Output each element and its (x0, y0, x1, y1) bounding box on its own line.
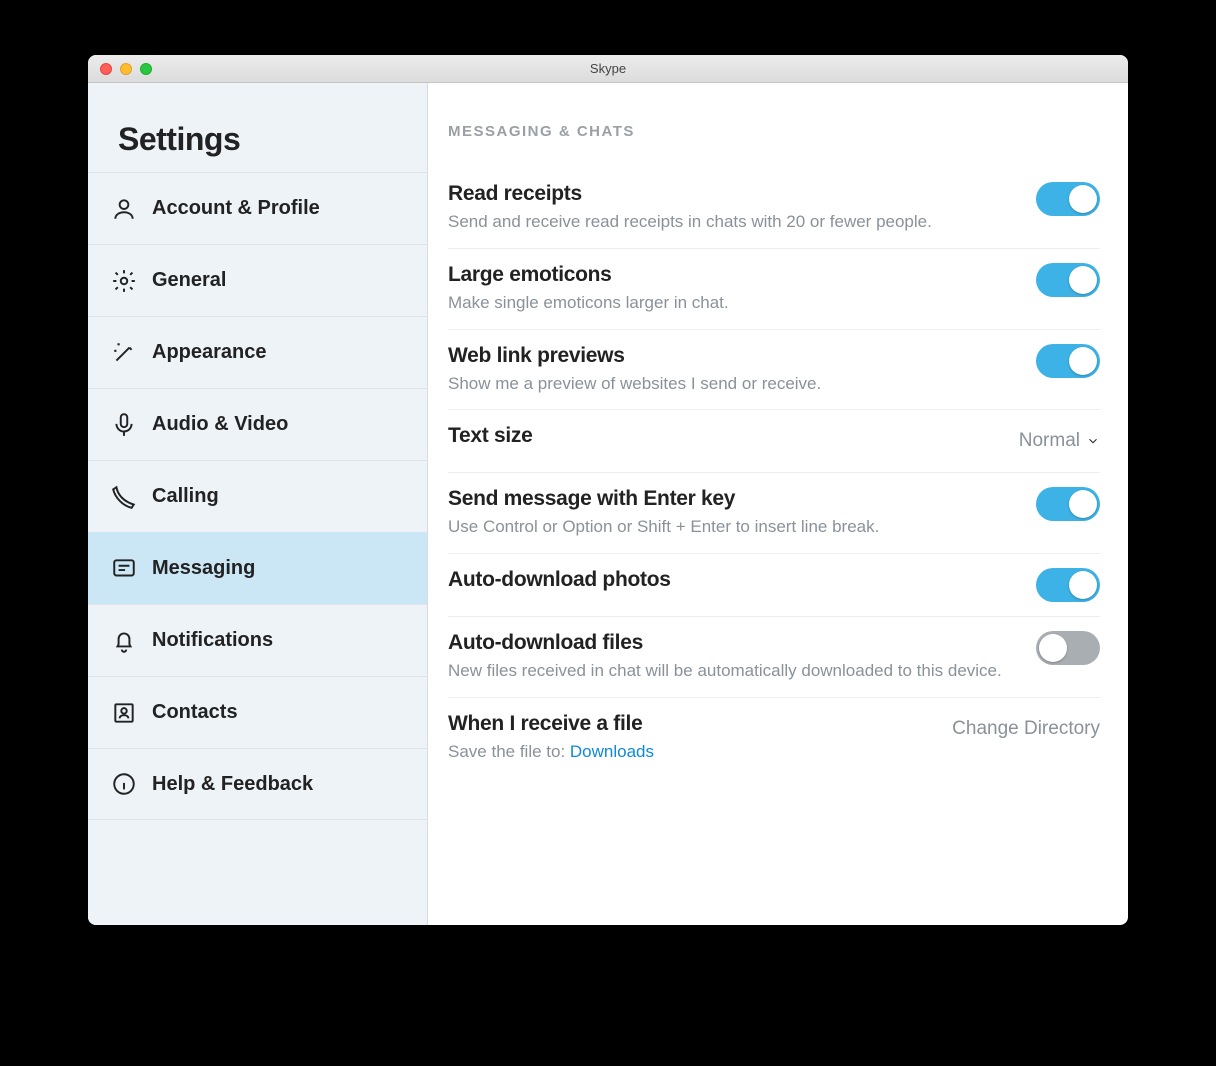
web-link-previews-toggle[interactable] (1036, 344, 1100, 378)
setting-title: Auto-download photos (448, 568, 1016, 592)
setting-title: When I receive a file (448, 712, 932, 736)
setting-read-receipts: Read receipts Send and receive read rece… (448, 168, 1100, 249)
person-icon (110, 196, 138, 222)
gear-icon (110, 268, 138, 294)
setting-auto-files: Auto-download files New files received i… (448, 617, 1100, 698)
phone-icon (110, 484, 138, 510)
preferences-window: Skype Settings Account & Profile General (88, 55, 1128, 925)
content-panel: MESSAGING & CHATS Read receipts Send and… (428, 83, 1128, 925)
sidebar-item-label: Notifications (152, 629, 273, 652)
setting-large-emoticons: Large emoticons Make single emoticons la… (448, 249, 1100, 330)
sidebar: Settings Account & Profile General Appea… (88, 83, 428, 925)
sidebar-item-messaging[interactable]: Messaging (88, 532, 427, 604)
send-enter-toggle[interactable] (1036, 487, 1100, 521)
sidebar-item-audio-video[interactable]: Audio & Video (88, 388, 427, 460)
chat-icon (110, 556, 138, 582)
setting-desc: Use Control or Option or Shift + Enter t… (448, 515, 1016, 539)
chevron-down-icon (1086, 434, 1100, 448)
setting-web-link-previews: Web link previews Show me a preview of w… (448, 330, 1100, 411)
window-minimize-button[interactable] (120, 63, 132, 75)
titlebar: Skype (88, 55, 1128, 83)
change-directory-button[interactable]: Change Directory (952, 718, 1100, 740)
section-header: MESSAGING & CHATS (448, 123, 1100, 140)
setting-title: Send message with Enter key (448, 487, 1016, 511)
microphone-icon (110, 412, 138, 438)
setting-send-enter: Send message with Enter key Use Control … (448, 473, 1100, 554)
setting-desc: Make single emoticons larger in chat. (448, 291, 1016, 315)
window-close-button[interactable] (100, 63, 112, 75)
setting-auto-photos: Auto-download photos (448, 554, 1100, 617)
save-to-prefix: Save the file to: (448, 742, 570, 761)
wand-icon (110, 340, 138, 366)
setting-title: Text size (448, 424, 999, 448)
sidebar-item-label: Contacts (152, 701, 238, 724)
read-receipts-toggle[interactable] (1036, 182, 1100, 216)
sidebar-item-label: Audio & Video (152, 413, 288, 436)
setting-desc: Save the file to: Downloads (448, 740, 932, 764)
setting-desc: New files received in chat will be autom… (448, 659, 1016, 683)
sidebar-item-label: Messaging (152, 557, 255, 580)
text-size-dropdown[interactable]: Normal (1019, 430, 1100, 452)
sidebar-heading: Settings (88, 121, 427, 172)
auto-photos-toggle[interactable] (1036, 568, 1100, 602)
setting-title: Large emoticons (448, 263, 1016, 287)
auto-files-toggle[interactable] (1036, 631, 1100, 665)
window-zoom-button[interactable] (140, 63, 152, 75)
info-icon (110, 771, 138, 797)
setting-title: Auto-download files (448, 631, 1016, 655)
setting-desc: Show me a preview of websites I send or … (448, 372, 1016, 396)
sidebar-item-general[interactable]: General (88, 244, 427, 316)
dropdown-value-label: Normal (1019, 430, 1080, 452)
setting-title: Web link previews (448, 344, 1016, 368)
sidebar-item-help-feedback[interactable]: Help & Feedback (88, 748, 427, 820)
bell-icon (110, 628, 138, 654)
sidebar-item-contacts[interactable]: Contacts (88, 676, 427, 748)
sidebar-item-label: Calling (152, 485, 219, 508)
sidebar-item-label: General (152, 269, 226, 292)
setting-receive-file: When I receive a file Save the file to: … (448, 698, 1100, 778)
setting-text-size: Text size Normal (448, 410, 1100, 473)
sidebar-item-notifications[interactable]: Notifications (88, 604, 427, 676)
sidebar-item-label: Account & Profile (152, 197, 320, 220)
large-emoticons-toggle[interactable] (1036, 263, 1100, 297)
sidebar-item-calling[interactable]: Calling (88, 460, 427, 532)
sidebar-item-account[interactable]: Account & Profile (88, 172, 427, 244)
setting-desc: Send and receive read receipts in chats … (448, 210, 1016, 234)
sidebar-item-label: Appearance (152, 341, 267, 364)
contacts-icon (110, 700, 138, 726)
setting-title: Read receipts (448, 182, 1016, 206)
window-title: Skype (88, 61, 1128, 76)
downloads-link[interactable]: Downloads (570, 742, 654, 761)
sidebar-item-label: Help & Feedback (152, 773, 313, 796)
sidebar-item-appearance[interactable]: Appearance (88, 316, 427, 388)
